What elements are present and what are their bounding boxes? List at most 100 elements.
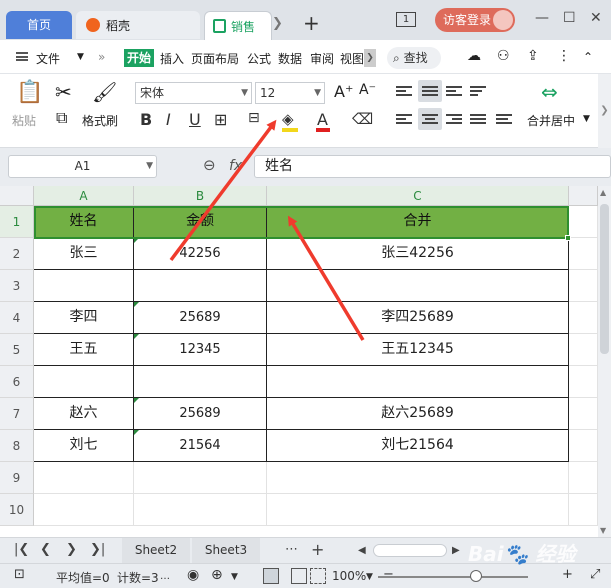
cell-c7[interactable]: 赵六25689	[267, 398, 569, 430]
row-header-2[interactable]: 2	[0, 238, 34, 270]
cell-d10[interactable]	[569, 494, 598, 526]
zoom-slider-knob[interactable]	[470, 570, 482, 582]
cell-a5[interactable]: 王五	[34, 334, 134, 366]
zoom-in-icon[interactable]: +	[562, 567, 573, 582]
cell-c10[interactable]	[267, 494, 569, 526]
cell-a6[interactable]	[34, 366, 134, 398]
cell-d9[interactable]	[569, 462, 598, 494]
align-middle-icon[interactable]	[422, 86, 438, 98]
tab-insert[interactable]: 插入	[160, 50, 184, 67]
cell-b2[interactable]: 42256	[134, 238, 267, 270]
minimize-button[interactable]: —	[535, 10, 549, 26]
tab-review[interactable]: 审阅	[310, 50, 334, 67]
cell-c6[interactable]	[267, 366, 569, 398]
increase-font-icon[interactable]: A⁺	[334, 82, 353, 101]
add-sheet-button[interactable]: +	[311, 540, 324, 559]
collapse-ribbon-icon[interactable]: ⌃	[583, 50, 593, 64]
cell-b4[interactable]: 25689	[134, 302, 267, 334]
cell-a3[interactable]	[34, 270, 134, 302]
more-sheets-icon[interactable]: ⋯	[285, 542, 298, 557]
prev-sheet-icon[interactable]: ❮	[40, 542, 51, 557]
row-header-3[interactable]: 3	[0, 270, 34, 302]
cell-b3[interactable]	[134, 270, 267, 302]
align-left-icon[interactable]	[396, 114, 412, 126]
row-header-1[interactable]: 1	[0, 206, 34, 238]
cell-d5[interactable]	[569, 334, 598, 366]
row-header-7[interactable]: 7	[0, 398, 34, 430]
chevron-down-icon[interactable]: ▼	[366, 572, 373, 582]
search-button[interactable]: ⌕ 查找	[387, 47, 441, 69]
tab-current-workbook[interactable]: 销售	[204, 11, 272, 40]
sheet-tab-sheet3[interactable]: Sheet3	[192, 538, 260, 563]
cell-d7[interactable]	[569, 398, 598, 430]
formula-input[interactable]: 姓名	[254, 155, 611, 178]
merge-center-icon[interactable]: ⇔	[541, 80, 558, 104]
row-header-4[interactable]: 4	[0, 302, 34, 334]
zoom-level[interactable]: 100%	[332, 569, 366, 583]
cell-b8[interactable]: 21564	[134, 430, 267, 462]
next-sheet-icon[interactable]: ❯	[66, 542, 77, 557]
page-layout-view-icon[interactable]	[291, 568, 307, 584]
zoom-slider[interactable]	[378, 576, 528, 578]
cell-c2[interactable]: 张三42256	[267, 238, 569, 270]
fill-color-icon[interactable]: ◈	[282, 110, 294, 128]
paste-button[interactable]: 粘贴	[12, 112, 36, 129]
cell-d8[interactable]	[569, 430, 598, 462]
cell-a2[interactable]: 张三	[34, 238, 134, 270]
tab-data[interactable]: 数据	[278, 50, 302, 67]
menu-icon[interactable]	[16, 52, 28, 61]
format-painter-icon[interactable]: 🖌	[92, 80, 117, 104]
cell-a1[interactable]: 姓名	[34, 206, 134, 238]
cell-a7[interactable]: 赵六	[34, 398, 134, 430]
cut-icon[interactable]: ✂	[55, 80, 72, 104]
copy-icon[interactable]: ⧉	[56, 108, 67, 128]
close-button[interactable]: ✕	[590, 10, 602, 26]
underline-button[interactable]: U	[189, 110, 201, 129]
cell-b5[interactable]: 12345	[134, 334, 267, 366]
format-painter-button[interactable]: 格式刷	[82, 112, 118, 129]
fullscreen-icon[interactable]: ⤢	[590, 567, 600, 582]
tab-formulas[interactable]: 公式	[247, 50, 271, 67]
decrease-font-icon[interactable]: A⁻	[359, 82, 376, 98]
tab-start[interactable]: 开始	[124, 49, 154, 67]
cell-b7[interactable]: 25689	[134, 398, 267, 430]
distributed-icon[interactable]	[496, 114, 512, 126]
cell-c3[interactable]	[267, 270, 569, 302]
last-sheet-icon[interactable]: ❯|	[90, 542, 105, 557]
align-top-icon[interactable]	[396, 86, 412, 98]
ribbon-scroll-right-icon[interactable]: ❯	[598, 74, 611, 148]
chevron-down-icon[interactable]: ▼	[77, 52, 84, 62]
guest-login-button[interactable]: 访客登录	[435, 8, 515, 32]
menu-scroll-right-icon[interactable]: ❯	[364, 49, 376, 67]
fill-handle[interactable]	[565, 235, 571, 241]
wrap-text-icon[interactable]	[470, 86, 486, 98]
tab-view[interactable]: 视图	[340, 50, 364, 67]
first-sheet-icon[interactable]: |❮	[14, 542, 29, 557]
zoom-out-icon[interactable]: −	[383, 567, 394, 582]
font-size-select[interactable]: 12 ▼	[255, 82, 325, 104]
italic-button[interactable]: I	[166, 110, 171, 129]
clear-format-icon[interactable]: ⊟	[248, 110, 260, 126]
tab-scroll-right-icon[interactable]: ❯	[272, 16, 283, 31]
window-count-badge[interactable]: 1	[396, 12, 416, 27]
tab-page-layout[interactable]: 页面布局	[191, 50, 239, 67]
normal-view-icon[interactable]	[263, 568, 279, 584]
center-icon[interactable]: ⊕	[211, 567, 223, 583]
vertical-scrollbar[interactable]: ▲ ▼	[598, 186, 611, 537]
cell-d1[interactable]	[569, 206, 598, 238]
chevron-down-icon[interactable]: ▼	[231, 572, 238, 582]
border-icon[interactable]: ⊞	[214, 110, 227, 129]
hscroll-left-icon[interactable]: ◀	[358, 545, 366, 556]
cell-c1[interactable]: 合并	[267, 206, 569, 238]
cell-a8[interactable]: 刘七	[34, 430, 134, 462]
cell-d4[interactable]	[569, 302, 598, 334]
eye-protection-icon[interactable]: ◉	[187, 567, 199, 583]
paste-icon[interactable]: 📋	[16, 80, 43, 105]
scroll-thumb[interactable]	[600, 204, 609, 354]
new-tab-button[interactable]: +	[303, 11, 320, 35]
cell-d6[interactable]	[569, 366, 598, 398]
scroll-down-icon[interactable]: ▼	[600, 526, 606, 535]
cell-c4[interactable]: 李四25689	[267, 302, 569, 334]
cell-d2[interactable]	[569, 238, 598, 270]
cell-b9[interactable]	[134, 462, 267, 494]
